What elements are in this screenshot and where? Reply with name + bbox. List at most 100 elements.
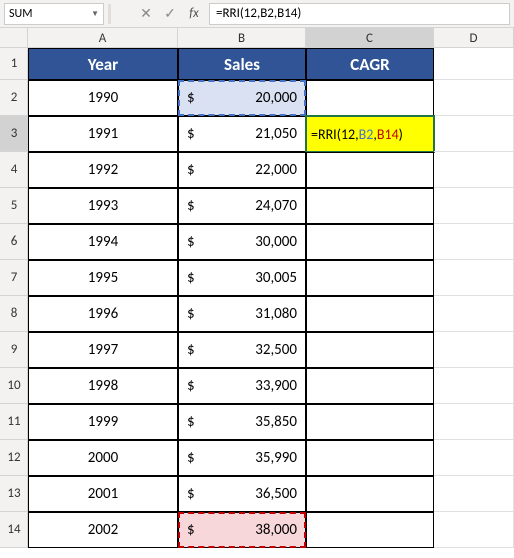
- sales-cell[interactable]: $22,000: [178, 152, 306, 188]
- row-header-6[interactable]: 6: [0, 224, 28, 260]
- currency-symbol: $: [187, 233, 195, 251]
- formula-suffix: ): [399, 126, 403, 143]
- column-header-C[interactable]: C: [306, 28, 434, 48]
- sales-cell[interactable]: $24,070: [178, 188, 306, 224]
- cagr-cell[interactable]: [306, 260, 434, 296]
- cagr-cell[interactable]: [306, 80, 434, 116]
- empty-cell[interactable]: [434, 476, 514, 512]
- formula-bar-buttons: ✕ ✓ fx: [135, 3, 205, 25]
- year-cell[interactable]: 1994: [28, 224, 178, 260]
- empty-cell[interactable]: [434, 224, 514, 260]
- cagr-cell[interactable]: [306, 404, 434, 440]
- name-box-dropdown-icon[interactable]: ▼: [91, 9, 99, 19]
- cagr-cell[interactable]: [306, 476, 434, 512]
- empty-cell[interactable]: [434, 368, 514, 404]
- year-cell[interactable]: 1993: [28, 188, 178, 224]
- empty-cell[interactable]: [434, 152, 514, 188]
- empty-cell[interactable]: [434, 440, 514, 476]
- currency-symbol: $: [187, 521, 195, 539]
- row-header-3[interactable]: 3: [0, 116, 28, 152]
- empty-cell[interactable]: [434, 512, 514, 548]
- cagr-cell[interactable]: [306, 368, 434, 404]
- row-header-8[interactable]: 8: [0, 296, 28, 332]
- select-all-corner[interactable]: [0, 28, 28, 48]
- spreadsheet: 1234567891011121314 ABCD YearSalesCAGR19…: [0, 28, 514, 548]
- header-cell-year[interactable]: Year: [28, 48, 178, 80]
- row-header-2[interactable]: 2: [0, 80, 28, 116]
- grid: ABCD YearSalesCAGR 1990$20,0001991$21,050…: [28, 28, 514, 548]
- cancel-button[interactable]: ✕: [135, 3, 157, 25]
- row-header-4[interactable]: 4: [0, 152, 28, 188]
- empty-cell[interactable]: [434, 296, 514, 332]
- sales-cell[interactable]: $35,990: [178, 440, 306, 476]
- row-header-10[interactable]: 10: [0, 368, 28, 404]
- cagr-cell[interactable]: =RRI(12,B2,B14): [306, 116, 434, 152]
- year-cell[interactable]: 1992: [28, 152, 178, 188]
- row-header-7[interactable]: 7: [0, 260, 28, 296]
- column-header-D[interactable]: D: [434, 28, 514, 48]
- currency-symbol: $: [187, 269, 195, 287]
- sales-value: 38,000: [255, 521, 297, 539]
- sales-cell[interactable]: $21,050: [178, 116, 306, 152]
- row-header-9[interactable]: 9: [0, 332, 28, 368]
- sales-cell[interactable]: $30,000: [178, 224, 306, 260]
- cagr-cell[interactable]: [306, 512, 434, 548]
- row-header-13[interactable]: 13: [0, 476, 28, 512]
- separator: [108, 4, 111, 24]
- year-cell[interactable]: 2002: [28, 512, 178, 548]
- sales-cell[interactable]: $33,900: [178, 368, 306, 404]
- year-cell[interactable]: 1998: [28, 368, 178, 404]
- empty-cell[interactable]: [434, 404, 514, 440]
- sales-value: 35,990: [255, 449, 297, 467]
- cagr-cell[interactable]: [306, 188, 434, 224]
- formula-input[interactable]: =RRI(12,B2,B14): [209, 3, 510, 25]
- currency-symbol: $: [187, 125, 195, 143]
- header-cell-cagr[interactable]: CAGR: [306, 48, 434, 80]
- sales-cell[interactable]: $32,500: [178, 332, 306, 368]
- cagr-cell[interactable]: [306, 224, 434, 260]
- cagr-cell[interactable]: [306, 332, 434, 368]
- sales-value: 31,080: [255, 305, 297, 323]
- enter-button[interactable]: ✓: [159, 3, 181, 25]
- sales-cell[interactable]: $35,850: [178, 404, 306, 440]
- sales-cell[interactable]: $31,080: [178, 296, 306, 332]
- formula-text: =RRI(12,B2,B14): [216, 6, 301, 21]
- empty-cell[interactable]: [434, 116, 514, 152]
- empty-cell[interactable]: [434, 332, 514, 368]
- row-header-1[interactable]: 1: [0, 48, 28, 80]
- year-cell[interactable]: 1995: [28, 260, 178, 296]
- sales-cell[interactable]: $20,000: [178, 80, 306, 116]
- header-cell-sales[interactable]: Sales: [178, 48, 306, 80]
- sales-cell[interactable]: $38,000: [178, 512, 306, 548]
- fx-button[interactable]: fx: [183, 3, 205, 25]
- table-row: 1999$35,850: [28, 404, 514, 440]
- empty-cell[interactable]: [434, 260, 514, 296]
- row-header-12[interactable]: 12: [0, 440, 28, 476]
- sales-value: 24,070: [255, 197, 297, 215]
- cagr-cell[interactable]: [306, 440, 434, 476]
- column-header-A[interactable]: A: [28, 28, 178, 48]
- year-cell[interactable]: 1999: [28, 404, 178, 440]
- currency-symbol: $: [187, 413, 195, 431]
- column-headers: ABCD: [28, 28, 514, 48]
- year-cell[interactable]: 1997: [28, 332, 178, 368]
- year-cell[interactable]: 2001: [28, 476, 178, 512]
- year-cell[interactable]: 2000: [28, 440, 178, 476]
- year-cell[interactable]: 1996: [28, 296, 178, 332]
- row-header-11[interactable]: 11: [0, 404, 28, 440]
- empty-cell[interactable]: [434, 48, 514, 80]
- empty-cell[interactable]: [434, 80, 514, 116]
- row-header-14[interactable]: 14: [0, 512, 28, 548]
- column-header-B[interactable]: B: [178, 28, 306, 48]
- table-row: 1995$30,005: [28, 260, 514, 296]
- cagr-cell[interactable]: [306, 296, 434, 332]
- sales-cell[interactable]: $30,005: [178, 260, 306, 296]
- cagr-cell[interactable]: [306, 152, 434, 188]
- row-header-5[interactable]: 5: [0, 188, 28, 224]
- table-row: 1998$33,900: [28, 368, 514, 404]
- name-box[interactable]: SUM ▼: [4, 3, 104, 25]
- sales-cell[interactable]: $36,500: [178, 476, 306, 512]
- empty-cell[interactable]: [434, 188, 514, 224]
- year-cell[interactable]: 1991: [28, 116, 178, 152]
- year-cell[interactable]: 1990: [28, 80, 178, 116]
